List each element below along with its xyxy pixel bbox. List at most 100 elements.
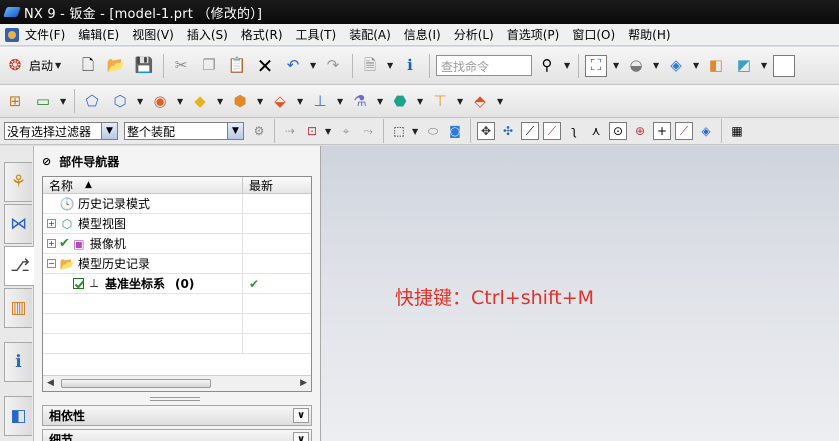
open-folder-icon[interactable]: 📂 bbox=[105, 55, 127, 77]
scroll-right-icon[interactable]: ▶ bbox=[300, 378, 307, 388]
chevron-down-icon[interactable]: ▼ bbox=[613, 61, 619, 70]
chevron-down-icon[interactable]: ▼ bbox=[217, 97, 223, 106]
type-filter-select[interactable]: 没有选择过滤器 ▼ bbox=[4, 122, 118, 140]
collapse-icon[interactable]: − bbox=[47, 259, 56, 268]
curve-rule-icon[interactable]: ⤳ bbox=[359, 122, 377, 140]
chevron-down-icon[interactable]: ▼ bbox=[337, 97, 343, 106]
punch-icon[interactable]: ⚗ bbox=[349, 90, 371, 112]
chevron-down-icon[interactable]: ▼ bbox=[310, 61, 316, 70]
document-icon[interactable]: 🗎 bbox=[359, 55, 381, 77]
assembly-navigator-tab[interactable]: ⚘ bbox=[4, 162, 32, 202]
menu-window[interactable]: 窗口(O) bbox=[572, 26, 615, 43]
contour-flange-icon[interactable]: ⬡ bbox=[109, 90, 131, 112]
part-navigator-tab[interactable]: ⎇ bbox=[4, 246, 35, 286]
point-on-face-icon[interactable]: ⟋ bbox=[675, 122, 693, 140]
menu-tools[interactable]: 工具(T) bbox=[296, 26, 337, 43]
chevron-down-icon[interactable]: ▼ bbox=[60, 97, 66, 106]
window-icon[interactable] bbox=[773, 54, 796, 77]
rectangle-select-icon[interactable]: ⬚ bbox=[390, 122, 408, 140]
end-point-icon[interactable]: ⟋ bbox=[521, 122, 539, 140]
save-icon[interactable]: 💾 bbox=[133, 55, 155, 77]
control-point-icon[interactable]: ʅ bbox=[565, 122, 583, 140]
wcs-icon[interactable]: ◩ bbox=[733, 55, 755, 77]
intersection-icon[interactable]: ⋏ bbox=[587, 122, 605, 140]
gusset-icon[interactable]: ⬘ bbox=[469, 90, 491, 112]
menu-assembly[interactable]: 装配(A) bbox=[349, 26, 391, 43]
pin-icon[interactable]: ⊘ bbox=[42, 155, 51, 168]
details-panel-header[interactable]: 细节 ∨ bbox=[42, 429, 312, 441]
chevron-down-icon[interactable]: ▼ bbox=[761, 61, 767, 70]
column-header-name[interactable]: 名称 ▲ bbox=[43, 177, 243, 193]
delete-icon[interactable]: ✕ bbox=[254, 55, 276, 77]
history-tab[interactable]: ℹ bbox=[4, 342, 32, 382]
component-filter-icon[interactable]: ⚙ bbox=[250, 122, 268, 140]
search-icon[interactable]: ⚲ bbox=[536, 55, 558, 77]
chevron-down-icon[interactable]: ∨ bbox=[293, 432, 309, 441]
tree-row-cameras[interactable]: + ✔ ▣ 摄像机 bbox=[43, 234, 311, 254]
system-materials-tab[interactable]: ◧ bbox=[4, 396, 32, 436]
menu-preferences[interactable]: 首选项(P) bbox=[507, 26, 560, 43]
menu-insert[interactable]: 插入(S) bbox=[187, 26, 228, 43]
intent-icon[interactable]: ⌖ bbox=[337, 122, 355, 140]
menu-file[interactable]: 文件(F) bbox=[25, 26, 65, 43]
snap-point-icon[interactable]: ✥ bbox=[477, 122, 495, 140]
menu-information[interactable]: 信息(I) bbox=[404, 26, 441, 43]
chevron-down-icon[interactable]: ▼ bbox=[377, 97, 383, 106]
chevron-down-icon[interactable]: ▼ bbox=[457, 97, 463, 106]
chevron-down-icon[interactable]: ▼ bbox=[653, 61, 659, 70]
bead-icon[interactable]: ⊤ bbox=[429, 90, 451, 112]
menu-edit[interactable]: 编辑(E) bbox=[78, 26, 119, 43]
lofted-flange-icon[interactable]: ◉ bbox=[149, 90, 171, 112]
reuse-library-tab[interactable]: ▥ bbox=[4, 288, 32, 328]
mid-point-icon[interactable]: ⟋ bbox=[543, 122, 561, 140]
selection-scope-select[interactable]: 整个装配 ▼ bbox=[124, 122, 244, 140]
panel-splitter[interactable] bbox=[150, 397, 200, 401]
flat-pattern-icon[interactable]: ⊥ bbox=[309, 90, 331, 112]
menu-help[interactable]: 帮助(H) bbox=[628, 26, 670, 43]
view-cube-icon[interactable]: ◈ bbox=[665, 55, 687, 77]
layer-icon[interactable]: ◧ bbox=[705, 55, 727, 77]
feature-select-icon[interactable]: ⇢ bbox=[281, 122, 299, 140]
dependency-panel-header[interactable]: 相依性 ∨ bbox=[42, 405, 312, 426]
chevron-down-icon[interactable]: ▼ bbox=[387, 61, 393, 70]
menu-view[interactable]: 视图(V) bbox=[132, 26, 174, 43]
new-file-icon[interactable]: 🗋 bbox=[77, 55, 99, 77]
cut-icon[interactable]: ✂ bbox=[170, 55, 192, 77]
horizontal-scrollbar[interactable]: ◀ ▶ bbox=[43, 375, 311, 391]
info-icon[interactable]: ℹ bbox=[399, 55, 421, 77]
paste-icon[interactable]: 📋 bbox=[226, 55, 248, 77]
copy-icon[interactable]: ❐ bbox=[198, 55, 220, 77]
grid-icon[interactable]: ▦ bbox=[728, 122, 746, 140]
column-header-latest[interactable]: 最新 bbox=[243, 177, 273, 193]
tree-row-history-mode[interactable]: 🕓 历史记录模式 bbox=[43, 194, 311, 214]
start-button[interactable]: ❂ 启动 ▼ bbox=[4, 55, 67, 77]
tree-row-model-views[interactable]: + ⬡ 模型视图 bbox=[43, 214, 311, 234]
chevron-down-icon[interactable]: ▼ bbox=[693, 61, 699, 70]
sketch-icon[interactable]: ⊞ bbox=[4, 90, 26, 112]
corner-icon[interactable]: ⬢ bbox=[229, 90, 251, 112]
point-on-curve-icon[interactable]: + bbox=[653, 122, 671, 140]
chevron-down-icon[interactable]: ▼ bbox=[297, 97, 303, 106]
graphics-window[interactable]: 快捷键：Ctrl+shift+M bbox=[321, 146, 839, 441]
chevron-down-icon[interactable]: ▼ bbox=[497, 97, 503, 106]
render-style-icon[interactable]: ◒ bbox=[625, 55, 647, 77]
convert-icon[interactable]: ⬣ bbox=[389, 90, 411, 112]
start-menu-icon[interactable] bbox=[5, 27, 19, 42]
menu-analysis[interactable]: 分析(L) bbox=[454, 26, 494, 43]
tab-feature-icon[interactable]: ▭ bbox=[32, 90, 54, 112]
scroll-left-icon[interactable]: ◀ bbox=[47, 378, 54, 388]
command-search-input[interactable]: 查找命令 bbox=[436, 55, 533, 76]
bounded-grid-icon[interactable]: ◈ bbox=[697, 122, 715, 140]
chevron-down-icon[interactable]: ▼ bbox=[564, 61, 570, 70]
expand-icon[interactable]: + bbox=[47, 239, 56, 248]
menu-format[interactable]: 格式(R) bbox=[241, 26, 283, 43]
chevron-down-icon[interactable]: ▼ bbox=[417, 97, 423, 106]
tree-row-datum-csys[interactable]: ⟂ 基准坐标系 (0) ✔ bbox=[43, 274, 311, 294]
chevron-down-icon[interactable]: ▼ bbox=[325, 127, 331, 136]
flange-icon[interactable]: ⬠ bbox=[81, 90, 103, 112]
body-select-icon[interactable]: ⬭ bbox=[424, 122, 442, 140]
chevron-down-icon[interactable]: ▼ bbox=[177, 97, 183, 106]
expand-icon[interactable]: + bbox=[47, 219, 56, 228]
redo-icon[interactable]: ↷ bbox=[322, 55, 344, 77]
chevron-down-icon[interactable]: ▼ bbox=[412, 127, 418, 136]
